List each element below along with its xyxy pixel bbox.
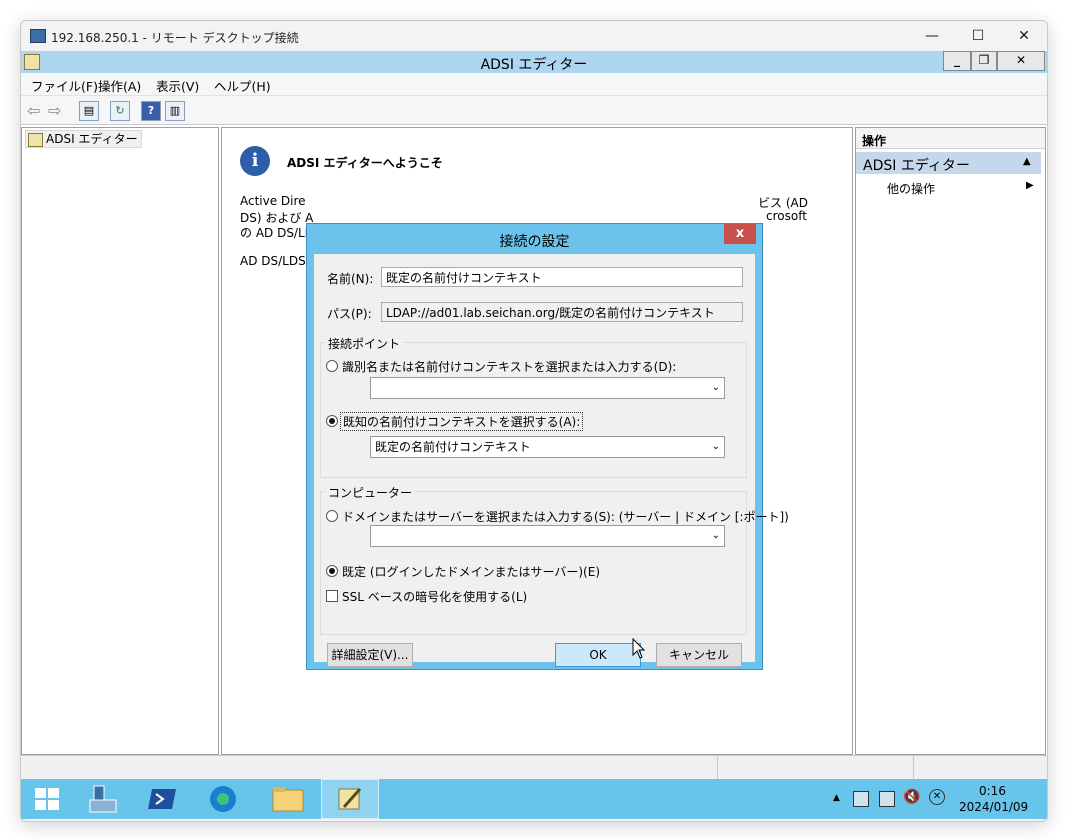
refresh-icon[interactable]: ↻ [110, 101, 130, 121]
mouse-cursor-icon [632, 638, 646, 659]
connection-settings-dialog: 接続の設定 x 名前(N): 既定の名前付けコンテキスト パス(P): LDAP… [306, 223, 789, 670]
tree-root-item[interactable]: ADSI エディター [25, 130, 142, 148]
well-known-context-combo-value: 既定の名前付けコンテキスト [375, 440, 531, 454]
adsi-app-window: ADSI エディター _ ❐ ✕ ファイル(F) 操作(A) 表示(V) ヘルプ… [21, 51, 1047, 780]
tree-root-label: ADSI エディター [46, 132, 138, 146]
toolbar: ⇦ ⇨ ▤ ↻ ? ▥ [21, 96, 1047, 125]
app-restore-button[interactable]: ❐ [971, 51, 997, 71]
notification-icon[interactable]: ✕ [929, 789, 945, 805]
ssl-checkbox[interactable] [326, 590, 338, 602]
name-label: 名前(N): [327, 272, 374, 286]
actions-more-label: 他の操作 [887, 182, 936, 196]
connection-point-label: 接続ポイント [325, 335, 404, 352]
adsi-editor-taskbar-icon[interactable] [321, 779, 379, 819]
chevron-down-icon: ⌄ [711, 382, 720, 393]
radio-domain-server-label[interactable]: ドメインまたはサーバーを選択または入力する(S): (サーバー | ドメイン [… [342, 508, 789, 525]
rdp-window: 192.168.250.1 - リモート デスクトップ接続 — ☐ ✕ ADSI… [20, 20, 1048, 822]
ssl-checkbox-label[interactable]: SSL ベースの暗号化を使用する(L) [342, 588, 527, 605]
menu-help[interactable]: ヘルプ(H) [214, 76, 271, 95]
status-divider [717, 756, 718, 780]
radio-well-known-context-label[interactable]: 既知の名前付けコンテキストを選択する(A): [340, 412, 584, 431]
radio-default-server[interactable] [326, 565, 338, 577]
radio-domain-server[interactable] [326, 510, 338, 522]
cancel-button[interactable]: キャンセル [656, 643, 742, 667]
domain-server-combo[interactable]: ⌄ [370, 525, 725, 547]
ok-button[interactable]: OK [555, 643, 641, 667]
actions-header: 操作 [856, 128, 1045, 149]
actions-section-adsi[interactable]: ADSI エディター ▲ [856, 152, 1041, 174]
tray-clock-date[interactable]: 2024/01/09 [959, 800, 1028, 814]
collapse-triangle-icon: ▲ [1023, 156, 1031, 167]
chevron-down-icon: ⌄ [711, 441, 720, 452]
welcome-text-line1: Active Dire [240, 194, 306, 208]
windows-start-icon[interactable] [21, 779, 73, 819]
welcome-text-para2: AD DS/LDS [240, 254, 306, 268]
radio-distinguished-name[interactable] [326, 360, 338, 372]
show-hide-tree-icon[interactable]: ▤ [79, 101, 99, 121]
actions-header-label: 操作 [862, 134, 887, 148]
help-icon[interactable]: ? [141, 101, 161, 121]
app-title-text: ADSI エディター [480, 57, 588, 73]
forward-arrow-icon[interactable]: ⇨ [48, 101, 61, 120]
welcome-text-right2: crosoft [766, 209, 807, 223]
rdp-minimize-button[interactable]: — [909, 21, 955, 51]
menu-action[interactable]: 操作(A) [98, 76, 141, 95]
tray-overflow-chevron-icon[interactable]: ▲ [833, 793, 840, 803]
distinguished-name-combo[interactable]: ⌄ [370, 377, 725, 399]
rdp-titlebar: 192.168.250.1 - リモート デスクトップ接続 — ☐ ✕ [21, 21, 1047, 51]
menu-file[interactable]: ファイル(F) [31, 76, 98, 95]
rdp-maximize-button[interactable]: ☐ [955, 21, 1001, 51]
path-field: LDAP://ad01.lab.seichan.org/既定の名前付けコンテキス… [381, 302, 743, 322]
tray-clock-time[interactable]: 0:16 [979, 784, 1006, 798]
welcome-text-line3: の AD DS/LI [240, 226, 309, 240]
taskbar: ▲ 🔇 ✕ 0:16 2024/01/09 [21, 779, 1047, 819]
radio-well-known-context[interactable] [326, 415, 338, 427]
computer-group-label: コンピューター [325, 484, 416, 501]
edge-browser-icon[interactable] [197, 779, 249, 819]
chevron-down-icon: ⌄ [711, 530, 720, 541]
menu-bar: ファイル(F) 操作(A) 表示(V) ヘルプ(H) [21, 73, 1047, 96]
rdp-title-text: 192.168.250.1 - リモート デスクトップ接続 [51, 31, 299, 45]
welcome-heading: ADSI エディターへようこそ [287, 156, 443, 170]
app-close-button[interactable]: ✕ [997, 51, 1045, 71]
powershell-icon[interactable] [137, 779, 189, 819]
rdp-close-button[interactable]: ✕ [1001, 21, 1047, 51]
file-explorer-icon[interactable] [262, 779, 314, 819]
submenu-arrow-icon: ▶ [1026, 180, 1034, 191]
status-bar [21, 755, 1047, 780]
network-status-icon[interactable] [879, 791, 895, 807]
back-arrow-icon[interactable]: ⇦ [27, 101, 40, 120]
actions-section-label: ADSI エディター [863, 158, 970, 174]
app-titlebar: ADSI エディター _ ❐ ✕ [21, 51, 1047, 73]
info-icon: i [240, 146, 270, 176]
tree-pane: ADSI エディター [21, 127, 219, 755]
dialog-title: 接続の設定 [499, 234, 570, 250]
radio-default-server-label[interactable]: 既定 (ログインしたドメインまたはサーバー)(E) [342, 563, 600, 580]
name-input[interactable]: 既定の名前付けコンテキスト [381, 267, 743, 287]
actions-pane: 操作 ADSI エディター ▲ 他の操作 ▶ [855, 127, 1046, 755]
status-divider [913, 756, 914, 780]
menu-view[interactable]: 表示(V) [156, 76, 199, 95]
server-manager-icon[interactable] [77, 779, 129, 819]
network-icon[interactable] [853, 791, 869, 807]
well-known-context-combo[interactable]: 既定の名前付けコンテキスト ⌄ [370, 436, 725, 458]
rdp-icon [30, 29, 46, 43]
speaker-muted-icon[interactable]: 🔇 [903, 789, 920, 805]
radio-distinguished-name-label[interactable]: 識別名または名前付けコンテキストを選択または入力する(D): [342, 358, 676, 375]
dialog-close-button[interactable]: x [724, 224, 756, 244]
adsi-editor-icon [28, 133, 43, 147]
actions-more-item[interactable]: 他の操作 ▶ [856, 178, 1041, 196]
path-label: パス(P): [327, 307, 372, 321]
dialog-body: 名前(N): 既定の名前付けコンテキスト パス(P): LDAP://ad01.… [314, 254, 789, 667]
advanced-button[interactable]: 詳細設定(V)... [327, 643, 413, 667]
show-hide-action-pane-icon[interactable]: ▥ [165, 101, 185, 121]
app-minimize-button[interactable]: _ [943, 51, 971, 71]
